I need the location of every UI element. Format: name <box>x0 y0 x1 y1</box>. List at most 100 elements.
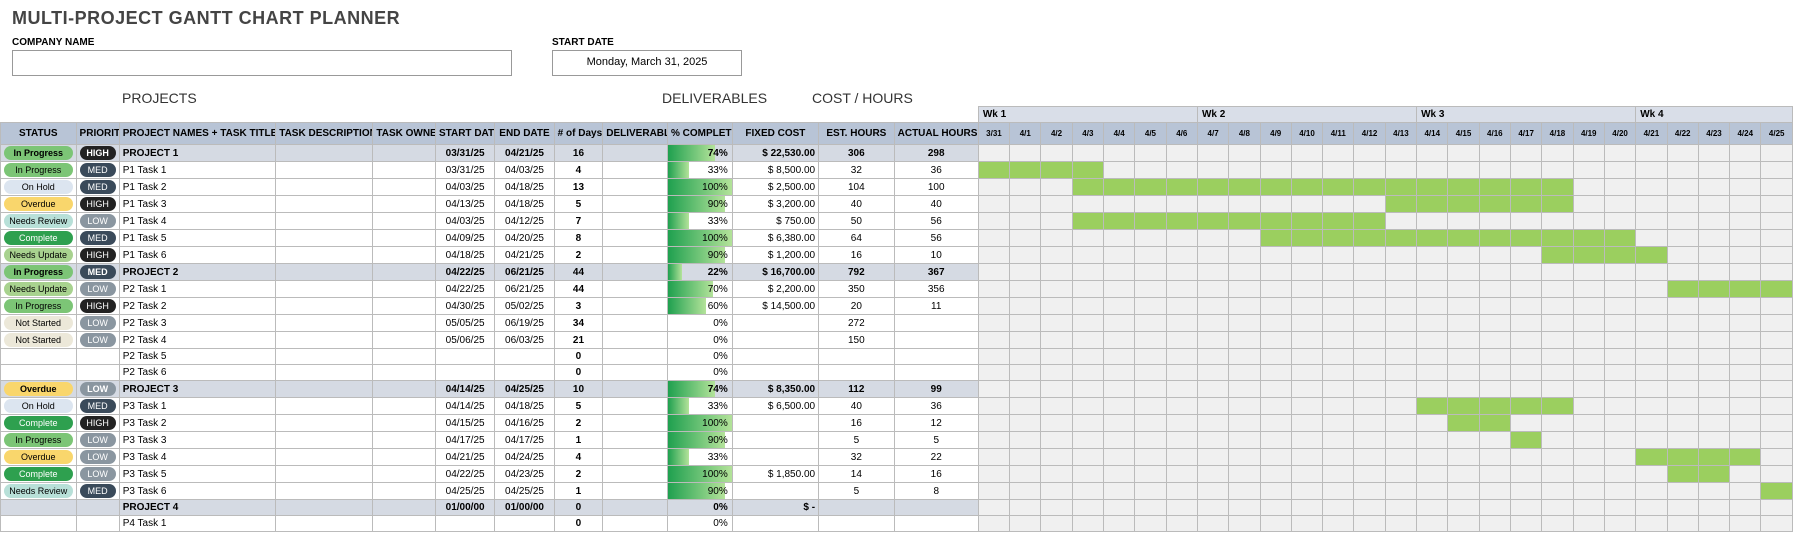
actual-hours[interactable]: 56 <box>894 230 978 247</box>
day-header[interactable]: 4/15 <box>1448 123 1479 145</box>
gantt-cell[interactable] <box>1197 516 1228 532</box>
gantt-cell[interactable] <box>1166 415 1197 432</box>
pct-complete[interactable]: 33% <box>667 213 732 230</box>
gantt-cell[interactable] <box>1698 365 1729 381</box>
gantt-cell[interactable] <box>1448 298 1479 315</box>
est-hours[interactable]: 350 <box>819 281 895 298</box>
gantt-cell[interactable] <box>1542 398 1573 415</box>
gantt-cell[interactable] <box>1417 349 1448 365</box>
day-header[interactable]: 4/20 <box>1604 123 1635 145</box>
gantt-cell[interactable] <box>1072 466 1103 483</box>
actual-hours[interactable]: 11 <box>894 298 978 315</box>
gantt-cell[interactable] <box>1573 281 1604 298</box>
gantt-cell[interactable] <box>1135 332 1166 349</box>
gantt-cell[interactable] <box>978 398 1009 415</box>
gantt-cell[interactable] <box>1072 449 1103 466</box>
gantt-cell[interactable] <box>1573 516 1604 532</box>
days[interactable]: 1 <box>554 432 603 449</box>
gantt-cell[interactable] <box>1260 381 1291 398</box>
gantt-cell[interactable] <box>1010 213 1041 230</box>
gantt-cell[interactable] <box>1197 365 1228 381</box>
gantt-cell[interactable] <box>1542 415 1573 432</box>
gantt-cell[interactable] <box>1197 145 1228 162</box>
task-row[interactable]: On HoldMEDP1 Task 204/03/2504/18/2513100… <box>1 179 1793 196</box>
gantt-cell[interactable] <box>1166 500 1197 516</box>
gantt-cell[interactable] <box>1573 500 1604 516</box>
gantt-cell[interactable] <box>1479 145 1510 162</box>
gantt-cell[interactable] <box>1542 179 1573 196</box>
pct-complete[interactable]: 0% <box>667 500 732 516</box>
gantt-cell[interactable] <box>1448 213 1479 230</box>
gantt-cell[interactable] <box>1072 281 1103 298</box>
gantt-cell[interactable] <box>1229 365 1260 381</box>
gantt-cell[interactable] <box>1260 365 1291 381</box>
actual-hours[interactable]: 40 <box>894 196 978 213</box>
task-desc[interactable] <box>276 179 373 196</box>
gantt-cell[interactable] <box>1385 516 1416 532</box>
gantt-cell[interactable] <box>1730 247 1761 264</box>
gantt-cell[interactable] <box>1323 432 1354 449</box>
gantt-cell[interactable] <box>1573 230 1604 247</box>
gantt-cell[interactable] <box>1667 264 1698 281</box>
gantt-cell[interactable] <box>1448 332 1479 349</box>
gantt-cell[interactable] <box>1573 213 1604 230</box>
gantt-cell[interactable] <box>1041 415 1072 432</box>
deliverable[interactable] <box>603 381 668 398</box>
task-name[interactable]: P2 Task 6 <box>119 365 276 381</box>
gantt-cell[interactable] <box>1604 415 1635 432</box>
gantt-cell[interactable] <box>1448 365 1479 381</box>
day-header[interactable]: 4/14 <box>1417 123 1448 145</box>
gantt-cell[interactable] <box>1542 332 1573 349</box>
actual-hours[interactable]: 99 <box>894 381 978 398</box>
gantt-cell[interactable] <box>1229 349 1260 365</box>
gantt-cell[interactable] <box>1229 516 1260 532</box>
day-header[interactable]: 4/7 <box>1197 123 1228 145</box>
task-owner[interactable] <box>373 196 436 213</box>
deliverable[interactable] <box>603 365 668 381</box>
est-hours[interactable]: 50 <box>819 213 895 230</box>
gantt-cell[interactable] <box>1041 196 1072 213</box>
gantt-cell[interactable] <box>1510 298 1541 315</box>
gantt-cell[interactable] <box>1604 179 1635 196</box>
gantt-cell[interactable] <box>1761 247 1793 264</box>
est-hours[interactable]: 40 <box>819 196 895 213</box>
col-header[interactable]: EST. HOURS <box>819 123 895 145</box>
start-date[interactable]: 04/17/25 <box>435 432 494 449</box>
task-owner[interactable] <box>373 500 436 516</box>
gantt-cell[interactable] <box>1667 449 1698 466</box>
gantt-cell[interactable] <box>1229 179 1260 196</box>
gantt-cell[interactable] <box>1135 415 1166 432</box>
gantt-cell[interactable] <box>1730 365 1761 381</box>
gantt-cell[interactable] <box>978 349 1009 365</box>
gantt-cell[interactable] <box>1479 381 1510 398</box>
task-name[interactable]: P1 Task 6 <box>119 247 276 264</box>
gantt-cell[interactable] <box>1510 432 1541 449</box>
task-owner[interactable] <box>373 281 436 298</box>
actual-hours[interactable]: 5 <box>894 432 978 449</box>
gantt-cell[interactable] <box>1197 298 1228 315</box>
gantt-cell[interactable] <box>1479 315 1510 332</box>
gantt-cell[interactable] <box>1354 264 1385 281</box>
task-row[interactable]: Needs UpdateHIGHP1 Task 604/18/2504/21/2… <box>1 247 1793 264</box>
est-hours[interactable]: 14 <box>819 466 895 483</box>
gantt-cell[interactable] <box>1104 179 1135 196</box>
gantt-cell[interactable] <box>978 230 1009 247</box>
task-owner[interactable] <box>373 466 436 483</box>
gantt-cell[interactable] <box>1291 381 1322 398</box>
gantt-cell[interactable] <box>1510 500 1541 516</box>
gantt-cell[interactable] <box>1041 516 1072 532</box>
gantt-cell[interactable] <box>1229 298 1260 315</box>
gantt-cell[interactable] <box>1166 466 1197 483</box>
task-desc[interactable] <box>276 315 373 332</box>
end-date[interactable]: 04/24/25 <box>495 449 554 466</box>
gantt-cell[interactable] <box>1698 516 1729 532</box>
gantt-cell[interactable] <box>1730 264 1761 281</box>
gantt-cell[interactable] <box>1573 298 1604 315</box>
start-date[interactable]: 04/22/25 <box>435 466 494 483</box>
task-desc[interactable] <box>276 145 373 162</box>
gantt-cell[interactable] <box>1417 398 1448 415</box>
days[interactable]: 44 <box>554 264 603 281</box>
pct-complete[interactable]: 100% <box>667 179 732 196</box>
day-header[interactable]: 4/3 <box>1072 123 1103 145</box>
gantt-cell[interactable] <box>1135 230 1166 247</box>
